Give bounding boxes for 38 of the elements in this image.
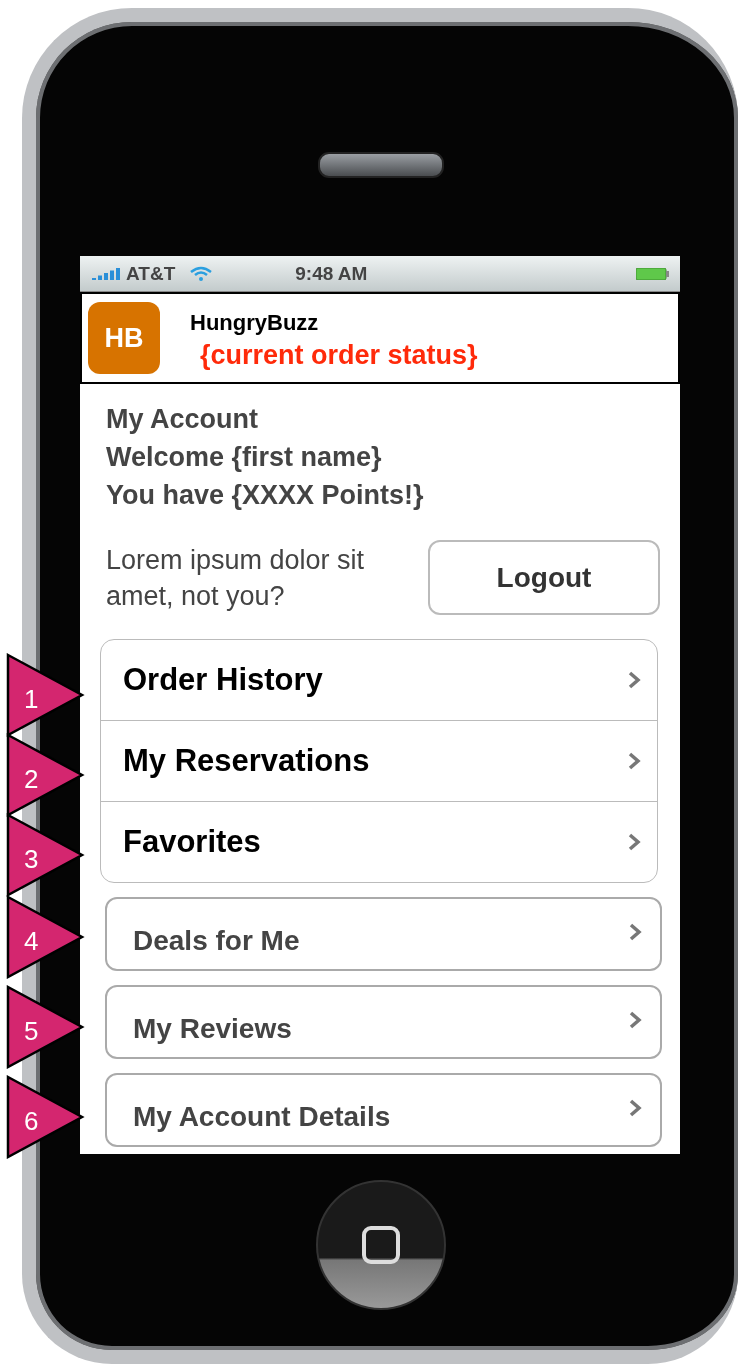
logout-button[interactable]: Logout <box>428 540 660 615</box>
wifi-icon <box>189 265 214 282</box>
menu-label: Favorites <box>123 824 261 860</box>
menu-label: My Reservations <box>123 743 370 779</box>
not-you-text: Lorem ipsum dolor sit amet, not you? <box>106 543 366 613</box>
menu-item[interactable]: Order History <box>101 640 657 720</box>
account-title: My Account <box>106 403 259 436</box>
menu-label: My Reviews <box>133 1013 292 1045</box>
menu-label: Order History <box>123 662 323 698</box>
callout-marker: 1 <box>6 653 86 737</box>
menu-label: My Account Details <box>133 1101 391 1133</box>
chevron-icon <box>627 833 641 851</box>
callout-marker: 4 <box>6 895 86 979</box>
menu-item[interactable]: My Reservations <box>101 720 657 801</box>
square-icon <box>362 1226 400 1264</box>
points-text: You have {XXXX Points!} <box>106 479 425 512</box>
chevron-icon <box>628 1099 642 1117</box>
callout-marker: 6 <box>6 1075 86 1159</box>
chevron-icon <box>628 1011 642 1029</box>
menu-button[interactable]: My Reviews <box>105 985 662 1059</box>
chevron-icon <box>627 752 641 770</box>
welcome-text: Welcome {first name} <box>106 441 383 474</box>
callout-marker: 2 <box>6 733 86 817</box>
status-time: 9:48 AM <box>295 262 369 285</box>
signal-icon <box>92 267 120 280</box>
callout-marker: 5 <box>6 985 86 1069</box>
chevron-icon <box>627 671 641 689</box>
menu-button[interactable]: Deals for Me <box>105 897 662 971</box>
callout-marker: 3 <box>6 813 86 897</box>
menu-label: Deals for Me <box>133 925 300 957</box>
app-name: HungryBuzz <box>190 309 320 336</box>
menu-button[interactable]: My Account Details <box>105 1073 662 1147</box>
chevron-icon <box>628 923 642 941</box>
menu-item[interactable]: Favorites <box>101 801 657 882</box>
order-status: {current order status} <box>200 339 478 371</box>
app-logo: HB <box>88 302 160 374</box>
battery-icon <box>636 267 670 280</box>
carrier-name: AT&T <box>126 262 176 285</box>
